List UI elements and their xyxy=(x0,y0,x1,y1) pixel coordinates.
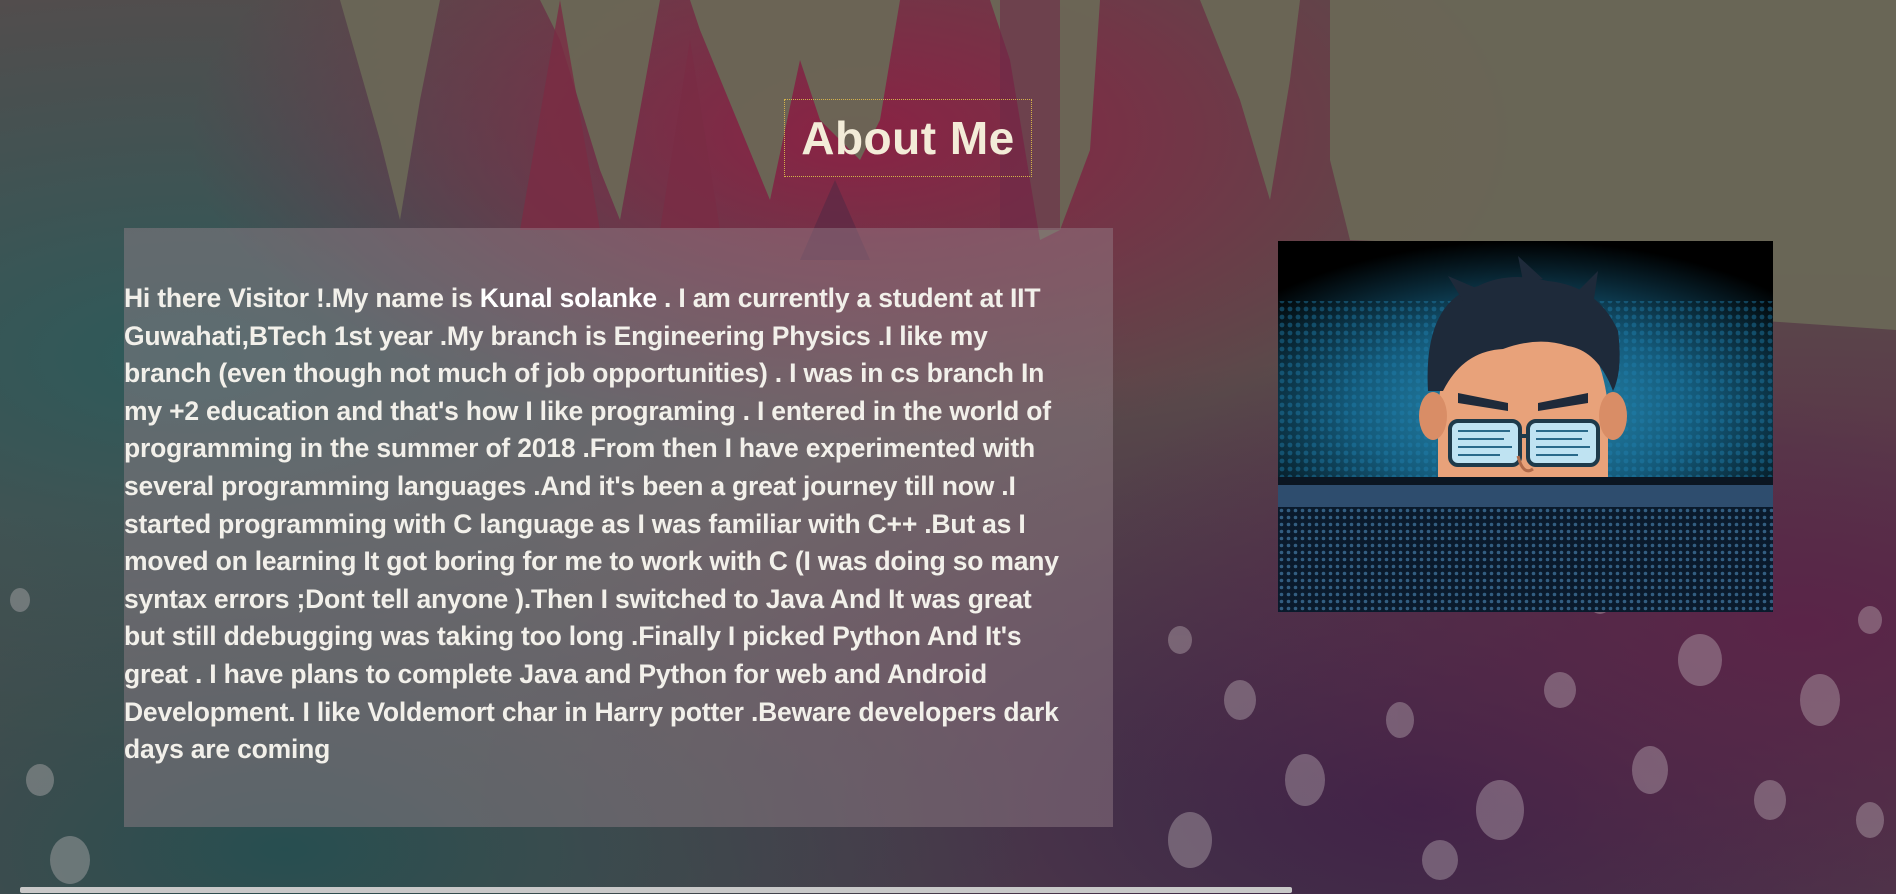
horizontal-scrollbar[interactable] xyxy=(20,887,1292,893)
about-paragraph: Hi there Visitor !.My name is Kunal sola… xyxy=(124,280,1069,769)
about-panel: Hi there Visitor !.My name is Kunal sola… xyxy=(124,228,1113,827)
programmer-portrait-icon xyxy=(1278,241,1773,612)
author-name: Kunal solanke xyxy=(479,283,657,313)
page-title: About Me xyxy=(801,112,1015,164)
about-body-text: . I am currently a student at IIT Guwaha… xyxy=(124,283,1059,765)
page-title-box: About Me xyxy=(784,99,1032,177)
about-intro-text: Hi there Visitor !.My name is xyxy=(124,283,480,313)
